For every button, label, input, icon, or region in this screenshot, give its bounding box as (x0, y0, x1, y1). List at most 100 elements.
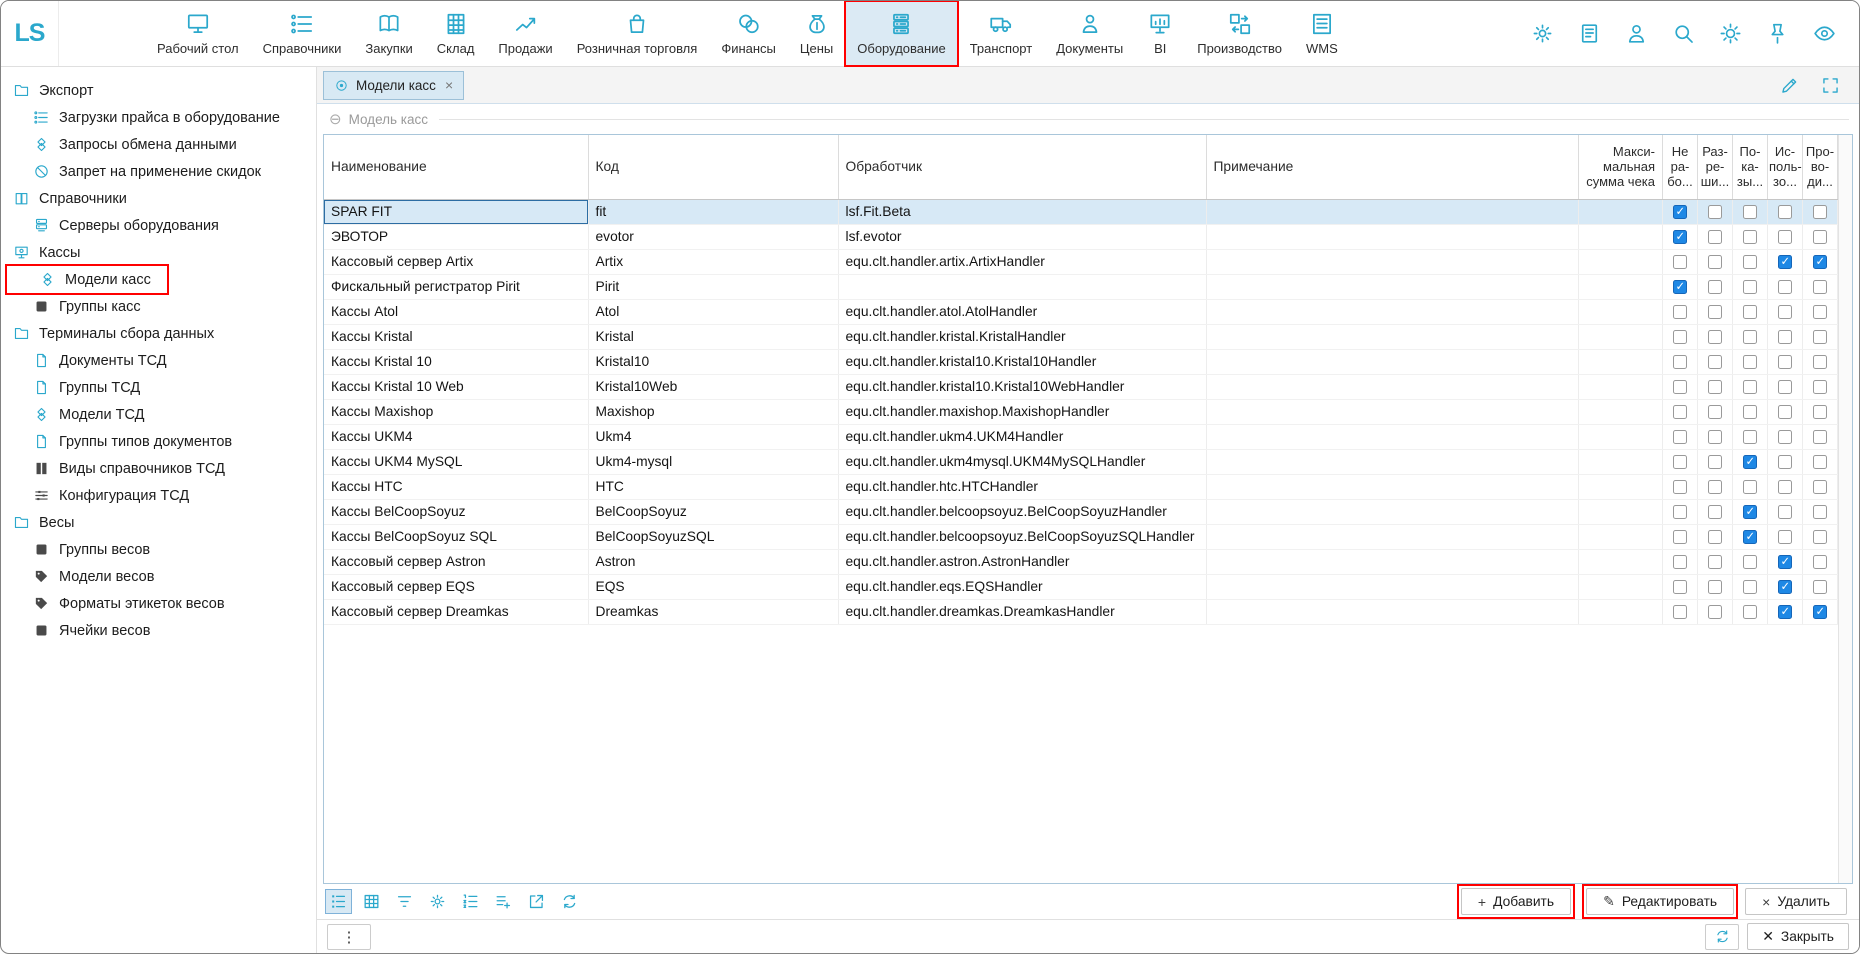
cell-handler[interactable]: equ.clt.handler.atol.AtolHandler (838, 299, 1206, 324)
reload-columns-button[interactable] (556, 889, 583, 914)
cell-handler[interactable]: equ.clt.handler.kristal10.Kristal10Handl… (838, 349, 1206, 374)
column-header-check-5[interactable]: Про-во-ди... (1803, 135, 1838, 199)
cell-note[interactable] (1206, 499, 1579, 524)
cell-code[interactable]: BelCoopSoyuzSQL (588, 524, 838, 549)
table-row[interactable]: Фискальный регистратор PiritPirit (324, 274, 1838, 299)
sidebar-item-10[interactable]: Терминалы сбора данных (1, 320, 316, 347)
checkbox[interactable] (1673, 455, 1687, 469)
checkbox[interactable] (1673, 430, 1687, 444)
cell-check-2[interactable] (1698, 349, 1733, 374)
cell-handler[interactable]: equ.clt.handler.dreamkas.DreamkasHandler (838, 599, 1206, 624)
checkbox[interactable] (1813, 255, 1827, 269)
sidebar-item-1[interactable]: Экспорт (1, 77, 316, 104)
column-header-max-sum[interactable]: Макси-мальнаясумма чека (1579, 135, 1663, 199)
checkbox[interactable] (1743, 480, 1757, 494)
sidebar-item-2[interactable]: Загрузки прайса в оборудование (1, 104, 316, 131)
checkbox[interactable] (1813, 505, 1827, 519)
cell-check-1[interactable] (1663, 524, 1698, 549)
checkbox[interactable] (1813, 555, 1827, 569)
cell-name[interactable]: Кассы BelCoopSoyuz SQL (324, 524, 588, 549)
checkbox[interactable] (1743, 330, 1757, 344)
column-header-check-3[interactable]: По-ка-зы... (1733, 135, 1768, 199)
topbar-item-13[interactable]: Производство (1185, 1, 1294, 66)
cell-check-1[interactable] (1663, 424, 1698, 449)
checkbox[interactable] (1778, 480, 1792, 494)
checkbox[interactable] (1778, 380, 1792, 394)
cell-max-sum[interactable] (1579, 224, 1663, 249)
checkbox[interactable] (1708, 430, 1722, 444)
sidebar-item-21[interactable]: Ячейки весов (1, 617, 316, 644)
checkbox[interactable] (1743, 455, 1757, 469)
cell-check-5[interactable] (1803, 349, 1838, 374)
topbar-item-2[interactable]: Справочники (251, 1, 354, 66)
checkbox[interactable] (1778, 505, 1792, 519)
add-button[interactable]: +Добавить (1461, 888, 1571, 915)
checkbox[interactable] (1708, 355, 1722, 369)
cell-note[interactable] (1206, 399, 1579, 424)
cell-check-2[interactable] (1698, 574, 1733, 599)
table-row[interactable]: Кассовый сервер DreamkasDreamkasequ.clt.… (324, 599, 1838, 624)
checkbox[interactable] (1813, 480, 1827, 494)
topbar-item-12[interactable]: BI (1135, 1, 1185, 66)
cell-max-sum[interactable] (1579, 424, 1663, 449)
cell-note[interactable] (1206, 324, 1579, 349)
cell-name[interactable]: Фискальный регистратор Pirit (324, 274, 588, 299)
column-header-check-4[interactable]: Ис-поль-зо... (1768, 135, 1803, 199)
cell-check-3[interactable] (1733, 374, 1768, 399)
table-row[interactable]: Кассы KristalKristalequ.clt.handler.kris… (324, 324, 1838, 349)
grid-view-button[interactable] (358, 889, 385, 914)
checkbox[interactable] (1813, 205, 1827, 219)
cell-check-5[interactable] (1803, 599, 1838, 624)
list-view-button[interactable] (325, 889, 352, 914)
checkbox[interactable] (1708, 255, 1722, 269)
cell-code[interactable]: Kristal10 (588, 349, 838, 374)
cell-check-4[interactable] (1768, 299, 1803, 324)
cell-check-4[interactable] (1768, 249, 1803, 274)
column-header-handler[interactable]: Обработчик (838, 135, 1206, 199)
table-row[interactable]: Кассы UKM4Ukm4equ.clt.handler.ukm4.UKM4H… (324, 424, 1838, 449)
edit-form-button[interactable] (1779, 75, 1800, 96)
checkbox[interactable] (1743, 405, 1757, 419)
cell-check-3[interactable] (1733, 449, 1768, 474)
cell-name[interactable]: Кассы Kristal (324, 324, 588, 349)
cell-max-sum[interactable] (1579, 249, 1663, 274)
checkbox[interactable] (1708, 380, 1722, 394)
cell-check-5[interactable] (1803, 299, 1838, 324)
checkbox[interactable] (1673, 530, 1687, 544)
checkbox[interactable] (1743, 505, 1757, 519)
cell-check-4[interactable] (1768, 374, 1803, 399)
sidebar-item-13[interactable]: Модели ТСД (1, 401, 316, 428)
delete-button[interactable]: ×Удалить (1745, 888, 1847, 915)
cell-name[interactable]: Кассовый сервер EQS (324, 574, 588, 599)
cell-check-5[interactable] (1803, 274, 1838, 299)
cell-check-3[interactable] (1733, 324, 1768, 349)
cell-name[interactable]: Кассы Atol (324, 299, 588, 324)
table-row[interactable]: Кассы AtolAtolequ.clt.handler.atol.AtolH… (324, 299, 1838, 324)
column-header-note[interactable]: Примечание (1206, 135, 1579, 199)
cell-check-3[interactable] (1733, 274, 1768, 299)
table-row[interactable]: SPAR FITfitlsf.Fit.Beta (324, 199, 1838, 224)
cell-check-4[interactable] (1768, 349, 1803, 374)
cell-check-3[interactable] (1733, 349, 1768, 374)
cell-check-2[interactable] (1698, 274, 1733, 299)
table-row[interactable]: Кассы BelCoopSoyuzBelCoopSoyuzequ.clt.ha… (324, 499, 1838, 524)
cell-check-1[interactable] (1663, 274, 1698, 299)
cell-check-2[interactable] (1698, 374, 1733, 399)
checkbox[interactable] (1708, 605, 1722, 619)
checkbox[interactable] (1673, 230, 1687, 244)
column-header-code[interactable]: Код (588, 135, 838, 199)
checkbox[interactable] (1708, 455, 1722, 469)
cell-check-5[interactable] (1803, 399, 1838, 424)
column-header-check-1[interactable]: Нера-бо... (1663, 135, 1698, 199)
user-button[interactable] (1624, 21, 1649, 46)
cell-check-5[interactable] (1803, 199, 1838, 224)
cell-check-4[interactable] (1768, 424, 1803, 449)
cell-check-5[interactable] (1803, 374, 1838, 399)
checkbox[interactable] (1673, 580, 1687, 594)
cell-check-3[interactable] (1733, 599, 1768, 624)
cell-max-sum[interactable] (1579, 349, 1663, 374)
checkbox[interactable] (1778, 580, 1792, 594)
cell-check-3[interactable] (1733, 499, 1768, 524)
cell-code[interactable]: Ukm4-mysql (588, 449, 838, 474)
checkbox[interactable] (1673, 355, 1687, 369)
